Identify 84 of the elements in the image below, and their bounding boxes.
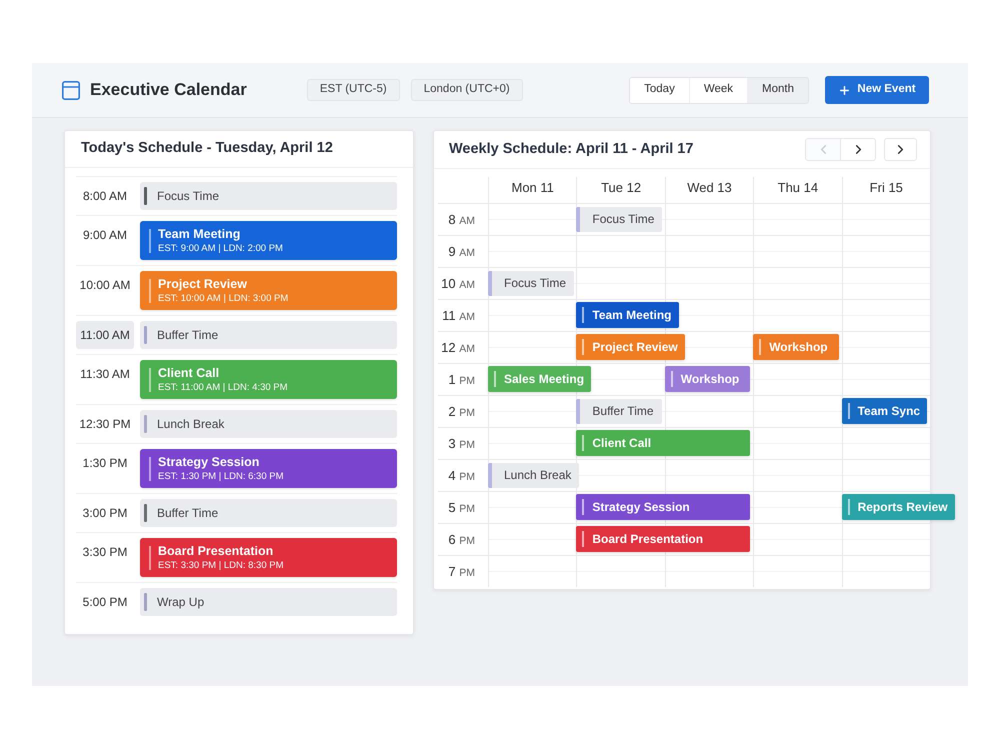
time-label: 8:00 AM [82, 188, 128, 205]
event-chip[interactable]: Focus Time [576, 206, 662, 232]
event-chip[interactable]: Team Sync [842, 398, 928, 424]
accent-bar [670, 371, 673, 387]
app-title: Executive Calendar [90, 79, 247, 102]
panel-title: Today's Schedule - Tuesday, April 12 [81, 139, 333, 158]
accent-bar [759, 339, 762, 355]
event-card[interactable]: Focus Time [140, 182, 397, 210]
event-time: EST: 9:00 AM | LDN: 2:00 PM [158, 242, 283, 254]
new-event-button[interactable]: New Event [825, 76, 929, 104]
accent-bar [582, 499, 584, 515]
hour-label: 5 PM [448, 498, 475, 517]
calendar-icon [62, 80, 80, 100]
hour-label: 6 PM [448, 530, 475, 549]
hour-label: 2 PM [448, 402, 475, 421]
event-chip[interactable]: Strategy Session [576, 494, 750, 520]
hour-label: 7 PM [448, 562, 475, 581]
event-title: Wrap Up [157, 594, 204, 611]
accent-bar [149, 456, 151, 480]
event-chip[interactable]: Lunch Break [488, 462, 580, 488]
event-card[interactable]: Strategy Session EST: 1:30 PM | LDN: 6:30 PM [140, 449, 397, 488]
event-title: Lunch Break [157, 416, 224, 433]
event-title: Buffer Time [157, 505, 218, 522]
hour-label: 8 AM [448, 210, 475, 229]
event-title: Focus Time [157, 188, 220, 205]
accent-bar [582, 307, 584, 323]
accent-bar [149, 546, 151, 570]
timezone-chip[interactable]: EST (UTC-5) [306, 79, 400, 101]
event-title: Board Presentation [158, 544, 274, 558]
event-chip[interactable]: Board Presentation [576, 526, 750, 552]
timezone-chip[interactable]: London (UTC+0) [410, 79, 523, 101]
time-label: 11:30 AM [79, 366, 131, 383]
accent-bar [848, 403, 850, 419]
time-label: 12:30 PM [78, 416, 132, 433]
event-title: Strategy Session [158, 454, 260, 470]
event-time: EST: 10:00 AM | LDN: 3:00 PM [158, 292, 288, 304]
plus-icon [838, 84, 852, 96]
panel-title: Weekly Schedule: April 11 - April 17 [449, 140, 694, 159]
event-card[interactable]: Buffer Time [140, 321, 397, 349]
day-header: Tue 12 [601, 179, 642, 198]
accent-bar [149, 368, 151, 392]
accent-bar [149, 228, 151, 252]
accent-bar [582, 435, 584, 451]
event-card[interactable]: Buffer Time [140, 499, 397, 527]
time-label: 10:00 AM [78, 277, 132, 294]
event-card[interactable]: Lunch Break [140, 410, 397, 438]
time-label: 9:00 AM [82, 227, 128, 244]
hour-label: 4 PM [448, 466, 475, 485]
hour-label: 9 AM [448, 242, 475, 261]
accent-bar [848, 499, 850, 515]
hour-label: 10 AM [441, 274, 475, 293]
hour-label: 3 PM [448, 434, 475, 453]
time-label: 5:00 PM [82, 594, 128, 611]
event-chip[interactable]: Focus Time [488, 270, 574, 296]
hour-label: 11 AM [442, 306, 475, 325]
event-title: Team Meeting [158, 226, 242, 242]
event-chip[interactable]: Workshop [664, 366, 750, 392]
accent-bar [582, 531, 584, 547]
hour-label: 12 AM [441, 338, 475, 357]
event-card[interactable]: Board Presentation EST: 3:30 PM | LDN: 8:30 PM [140, 538, 397, 577]
day-header: Wed 13 [687, 179, 732, 198]
time-label: 3:30 PM [82, 544, 128, 561]
day-header: Mon 11 [511, 179, 554, 198]
event-title: Project Review [158, 276, 248, 292]
event-title: Client Call [158, 366, 220, 380]
time-label: 3:00 PM [82, 505, 128, 522]
view-tab[interactable]: Month [747, 78, 808, 102]
hour-label: 1 PM [448, 370, 475, 389]
event-time: EST: 1:30 PM | LDN: 6:30 PM [158, 470, 284, 482]
event-time: EST: 3:30 PM | LDN: 8:30 PM [158, 560, 284, 572]
day-header: Thu 14 [778, 179, 818, 198]
next-button[interactable] [884, 138, 917, 161]
time-label: 11:00 AM [76, 321, 134, 349]
event-card[interactable]: Wrap Up [140, 588, 397, 616]
event-title: Buffer Time [157, 327, 218, 344]
accent-bar [494, 371, 496, 387]
time-label: 1:30 PM [82, 455, 128, 472]
event-chip[interactable]: Buffer Time [576, 398, 662, 424]
accent-bar [582, 339, 584, 355]
event-card[interactable]: Team Meeting EST: 9:00 AM | LDN: 2:00 PM [140, 221, 397, 260]
event-time: EST: 11:00 AM | LDN: 4:30 PM [158, 382, 288, 394]
day-header: Fri 15 [870, 179, 903, 198]
accent-bar [149, 278, 151, 302]
event-chip[interactable]: Team Meeting [576, 302, 679, 328]
